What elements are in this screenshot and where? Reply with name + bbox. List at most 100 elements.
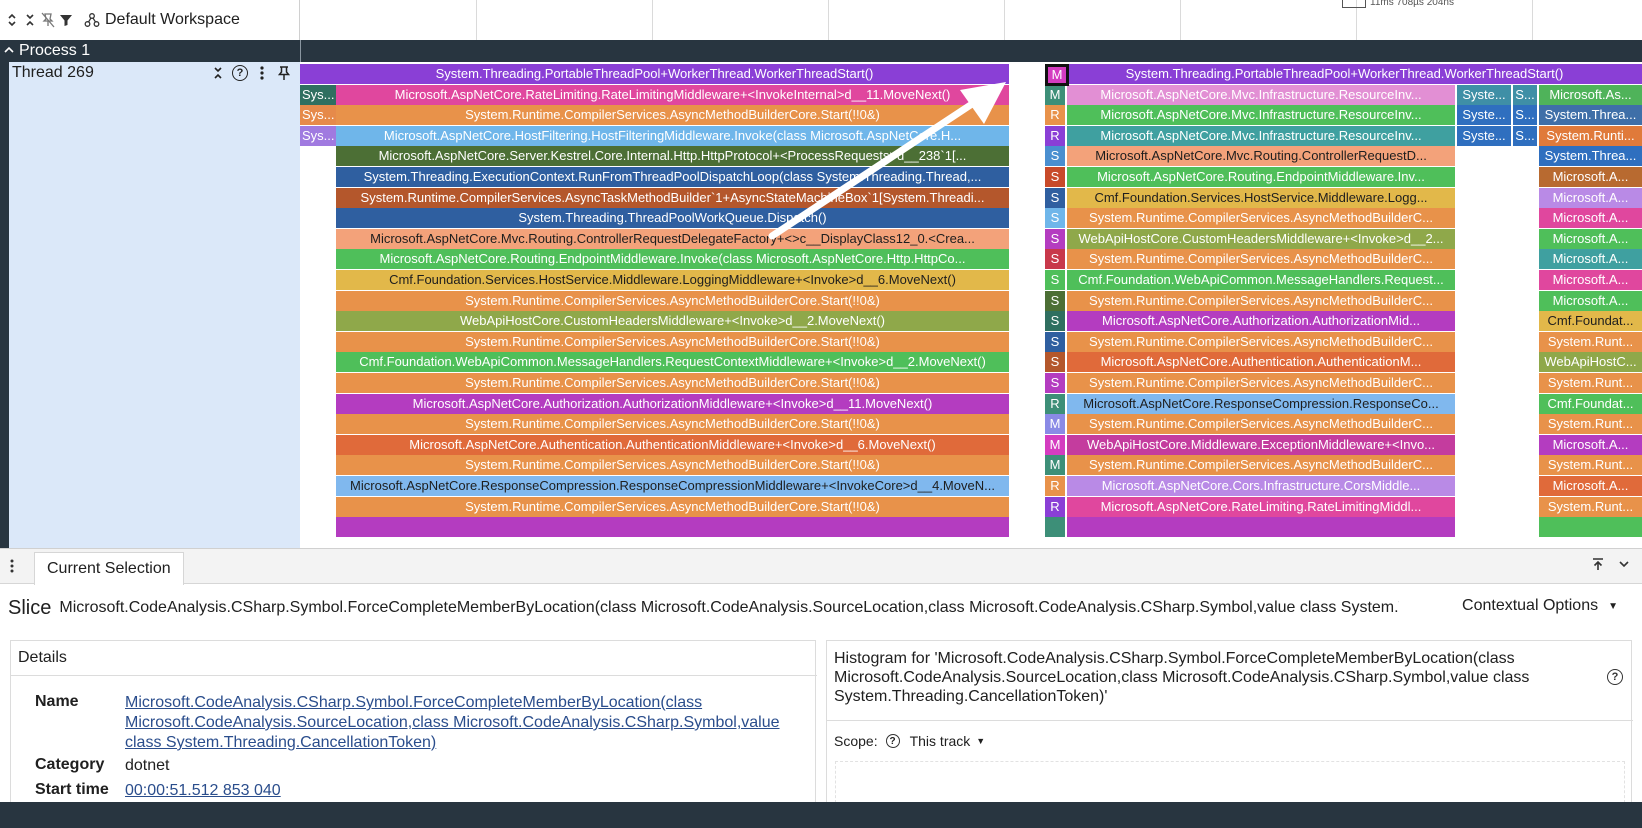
flame-slice[interactable]: Cmf.Foundat...: [1539, 311, 1642, 332]
flame-slice[interactable]: System.Runtime.CompilerServices.AsyncMet…: [336, 373, 1009, 393]
flame-slice[interactable]: System.Runtime.CompilerServices.AsyncMet…: [1067, 290, 1455, 311]
flame-slice[interactable]: System.Runtime.CompilerServices.AsyncMet…: [336, 414, 1009, 435]
flame-slice[interactable]: System.Runtime.CompilerServices.AsyncMet…: [1067, 373, 1455, 393]
flame-slice[interactable]: Microsoft.A...: [1539, 228, 1642, 249]
start-time-link[interactable]: 00:00:51.512 853 040: [125, 781, 805, 801]
tab-current-selection[interactable]: Current Selection: [34, 552, 184, 585]
flame-slice[interactable]: System.Threading.ThreadPoolWorkQueue.Dis…: [336, 208, 1009, 229]
flame-slice[interactable]: Microsoft.AspNetCore.HostFiltering.HostF…: [336, 125, 1009, 146]
flame-slice[interactable]: Microsoft.A...: [1539, 270, 1642, 290]
flame-slice[interactable]: System.Threa...: [1539, 105, 1642, 126]
flame-slice[interactable]: [1045, 517, 1065, 538]
flame-graph[interactable]: System.Threading.PortableThreadPool+Work…: [300, 62, 1642, 548]
help-icon[interactable]: ?: [232, 64, 248, 82]
flame-slice[interactable]: Cmf.Foundation.WebApiCommon.MessageHandl…: [1067, 270, 1455, 290]
flame-slice[interactable]: S: [1045, 331, 1065, 352]
flame-slice[interactable]: Microsoft.AspNetCore.Mvc.Routing.Control…: [336, 228, 1009, 249]
flame-slice[interactable]: System.Runtime.CompilerServices.AsyncMet…: [1067, 249, 1455, 270]
flame-slice[interactable]: Sys...: [300, 84, 336, 105]
flame-slice[interactable]: S...: [1513, 84, 1537, 105]
expand-all-icon[interactable]: [4, 10, 20, 30]
filter-icon[interactable]: [58, 10, 74, 30]
flame-slice[interactable]: Microsoft.AspNetCore.RateLimiting.RateLi…: [336, 84, 1009, 105]
flame-slice[interactable]: Syste...: [1457, 84, 1511, 105]
flame-slice[interactable]: S...: [1513, 125, 1537, 146]
flame-slice[interactable]: System.Runtime.CompilerServices.AsyncMet…: [1067, 208, 1455, 229]
flame-slice[interactable]: Microsoft.A...: [1539, 187, 1642, 208]
flame-slice[interactable]: Microsoft.As...: [1539, 84, 1642, 105]
flame-slice[interactable]: R: [1045, 125, 1065, 146]
flame-slice[interactable]: Microsoft.AspNetCore.Mvc.Infrastructure.…: [1067, 125, 1455, 146]
thread-track-header[interactable]: Thread 269 ?: [9, 62, 300, 548]
help-icon[interactable]: ?: [1607, 669, 1623, 685]
flame-slice[interactable]: Cmf.Foundation.Services.HostService.Midd…: [336, 270, 1009, 290]
flame-slice[interactable]: Microsoft.AspNetCore.Authentication.Auth…: [1067, 352, 1455, 373]
flame-slice[interactable]: S: [1045, 208, 1065, 229]
flame-slice[interactable]: Microsoft.AspNetCore.RateLimiting.RateLi…: [1067, 496, 1455, 517]
flame-slice[interactable]: M: [1045, 455, 1065, 476]
flame-slice[interactable]: System.Runtime.CompilerServices.AsyncTas…: [336, 187, 1009, 208]
flame-slice[interactable]: Microsoft.A...: [1539, 167, 1642, 187]
flame-slice[interactable]: WebApiHostC...: [1539, 352, 1642, 373]
flame-slice[interactable]: R: [1045, 496, 1065, 517]
collapse-track-icon[interactable]: [210, 64, 226, 82]
flame-slice[interactable]: System.Runtime.CompilerServices.AsyncMet…: [336, 455, 1009, 476]
unpin-all-icon[interactable]: [40, 10, 56, 30]
flame-slice[interactable]: Syste...: [1457, 125, 1511, 146]
flame-slice[interactable]: Microsoft.AspNetCore.Server.Kestrel.Core…: [336, 146, 1009, 167]
flame-slice[interactable]: Microsoft.AspNetCore.ResponseCompression…: [1067, 393, 1455, 414]
flame-slice[interactable]: S: [1045, 187, 1065, 208]
process-group-header[interactable]: Process 1: [0, 40, 1642, 62]
flame-slice[interactable]: Microsoft.AspNetCore.Authorization.Autho…: [1067, 311, 1455, 332]
flame-slice[interactable]: Cmf.Foundation.Services.HostService.Midd…: [1067, 187, 1455, 208]
flame-slice[interactable]: Microsoft.AspNetCore.Mvc.Infrastructure.…: [1067, 84, 1455, 105]
contextual-options-button[interactable]: Contextual Options ▼: [1462, 597, 1618, 615]
flame-slice[interactable]: R: [1045, 393, 1065, 414]
flame-slice[interactable]: Microsoft.A...: [1539, 476, 1642, 496]
flame-slice[interactable]: S: [1045, 373, 1065, 393]
flame-slice[interactable]: System.Runtime.CompilerServices.AsyncMet…: [1067, 414, 1455, 435]
flame-slice[interactable]: S: [1045, 146, 1065, 167]
flame-slice[interactable]: System.Runtime.CompilerServices.AsyncMet…: [336, 496, 1009, 517]
scope-select[interactable]: This track: [910, 733, 971, 749]
flame-slice[interactable]: S: [1045, 290, 1065, 311]
flame-slice[interactable]: Syste...: [1457, 105, 1511, 126]
flame-slice[interactable]: System.Threading.PortableThreadPool+Work…: [1047, 64, 1642, 84]
flame-slice[interactable]: System.Runti...: [1539, 125, 1642, 146]
flame-slice[interactable]: System.Runtime.CompilerServices.AsyncMet…: [1067, 331, 1455, 352]
flame-slice[interactable]: Microsoft.AspNetCore.ResponseCompression…: [336, 476, 1009, 496]
slice-name-link[interactable]: Microsoft.CodeAnalysis.CSharp.Symbol.For…: [125, 693, 805, 753]
pin-icon[interactable]: [276, 64, 292, 82]
flame-slice[interactable]: R: [1045, 476, 1065, 496]
help-icon[interactable]: ?: [885, 734, 900, 748]
flame-slice[interactable]: Microsoft.A...: [1539, 290, 1642, 311]
flame-slice[interactable]: M: [1045, 84, 1065, 105]
chevron-up-icon[interactable]: [4, 45, 14, 57]
flame-slice[interactable]: System.Threading.ExecutionContext.RunFro…: [336, 167, 1009, 187]
flame-slice[interactable]: Microsoft.AspNetCore.Routing.EndpointMid…: [1067, 167, 1455, 187]
flame-slice[interactable]: System.Threading.PortableThreadPool+Work…: [300, 64, 1009, 84]
flame-slice[interactable]: Microsoft.AspNetCore.Cors.Infrastructure…: [1067, 476, 1455, 496]
flame-slice[interactable]: Microsoft.AspNetCore.Authorization.Autho…: [336, 393, 1009, 414]
flame-slice[interactable]: Microsoft.AspNetCore.Routing.EndpointMid…: [336, 249, 1009, 270]
more-vert-icon[interactable]: [9, 558, 15, 577]
flame-slice[interactable]: System.Runtime.CompilerServices.AsyncMet…: [336, 331, 1009, 352]
flame-slice[interactable]: Microsoft.AspNetCore.Authentication.Auth…: [336, 434, 1009, 455]
collapse-all-icon[interactable]: [22, 10, 38, 30]
flame-slice[interactable]: Cmf.Foundat...: [1539, 393, 1642, 414]
flame-slice[interactable]: S: [1045, 270, 1065, 290]
flame-slice[interactable]: WebApiHostCore.CustomHeadersMiddleware+<…: [1067, 228, 1455, 249]
flame-slice[interactable]: System.Runtime.CompilerServices.AsyncMet…: [1067, 455, 1455, 476]
flame-slice[interactable]: System.Runt...: [1539, 455, 1642, 476]
flame-slice[interactable]: S: [1045, 249, 1065, 270]
workspace-selector[interactable]: Default Workspace: [105, 11, 240, 29]
flame-slice[interactable]: System.Threa...: [1539, 146, 1642, 167]
flame-slice[interactable]: Microsoft.A...: [1539, 249, 1642, 270]
flame-slice[interactable]: M: [1045, 434, 1065, 455]
flame-slice[interactable]: Sys...: [300, 105, 336, 126]
flame-slice[interactable]: [1067, 517, 1455, 538]
flame-slice[interactable]: Sys...: [300, 125, 336, 146]
flame-slice[interactable]: [336, 517, 1009, 538]
flame-slice[interactable]: System.Runt...: [1539, 331, 1642, 352]
flame-slice[interactable]: S: [1045, 167, 1065, 187]
